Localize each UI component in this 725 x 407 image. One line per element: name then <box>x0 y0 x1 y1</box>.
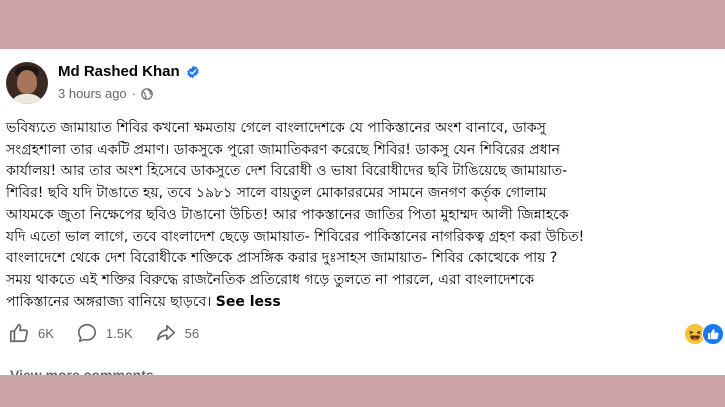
post-line: আযমকে জুতা নিক্ষেপের ছবিও টাঙানো উচিত! আ… <box>6 206 569 223</box>
post-last-line: পাকিস্তানের অঙ্গরাজ্য বানিয়ে ছাড়বে। Se… <box>6 292 718 314</box>
like-icon <box>9 323 29 343</box>
post-card: Md Rashed Khan 3 hours ago · ভবিষ্যতে জা… <box>0 49 725 375</box>
comment-icon <box>77 323 96 343</box>
verified-badge-icon <box>187 65 199 78</box>
post-meta: 3 hours ago · <box>58 86 153 101</box>
post-line: সময় থাকতে এই শক্তির বিরুদ্ধে রাজনৈতিক প… <box>6 271 535 288</box>
author-name[interactable]: Md Rashed Khan <box>58 63 180 80</box>
reaction-summary[interactable] <box>684 321 725 345</box>
share-count: 56 <box>184 325 200 341</box>
avatar[interactable] <box>6 62 48 104</box>
post-line: বাংলাদেশে থেকে দেশ বিরোধীকে শক্তিকে প্রা… <box>6 250 558 267</box>
like-button[interactable]: 6K <box>8 322 54 344</box>
share-button[interactable]: 56 <box>155 322 199 344</box>
post-line: যদি এতো ভাল লাগে, তবে বাংলাদেশ ছেড়ে জাম… <box>6 228 585 245</box>
avatar-face <box>17 70 37 94</box>
view-more-comments-link[interactable]: View more comments <box>10 367 154 375</box>
action-bar: 6K 1.5K 56 <box>8 322 221 344</box>
like-reaction-icon <box>702 323 724 345</box>
post-line: সংগ্রহশালা তার একটি প্রমাণ। ডাকসুকে পুরো… <box>6 141 561 158</box>
comment-count: 1.5K <box>105 325 133 341</box>
post-time[interactable]: 3 hours ago <box>58 86 127 101</box>
post-line: কার্যালয়! আর তার অংশ হিসেবে ডাকসুতে দেশ… <box>6 163 568 180</box>
post-body: ভবিষ্যতে জামায়াত শিবির কখনো ক্ষমতায় গে… <box>6 118 718 313</box>
avatar-shirt <box>10 94 44 104</box>
comment-button[interactable]: 1.5K <box>76 322 133 344</box>
meta-separator: · <box>131 86 137 101</box>
like-count: 6K <box>38 325 54 341</box>
globe-icon <box>141 87 153 100</box>
share-icon <box>156 324 175 341</box>
post-line: পাকিস্তানের অঙ্গরাজ্য বানিয়ে ছাড়বে। <box>6 293 212 310</box>
post-line: শিবির! ছবি যদি টাঙাতে হয়, তবে ১৯৮১ সালে… <box>6 185 547 202</box>
see-less-link[interactable]: See less <box>216 294 281 310</box>
post-line: ভবিষ্যতে জামায়াত শিবির কখনো ক্ষমতায় গে… <box>6 120 546 136</box>
author-row: Md Rashed Khan <box>58 63 200 80</box>
